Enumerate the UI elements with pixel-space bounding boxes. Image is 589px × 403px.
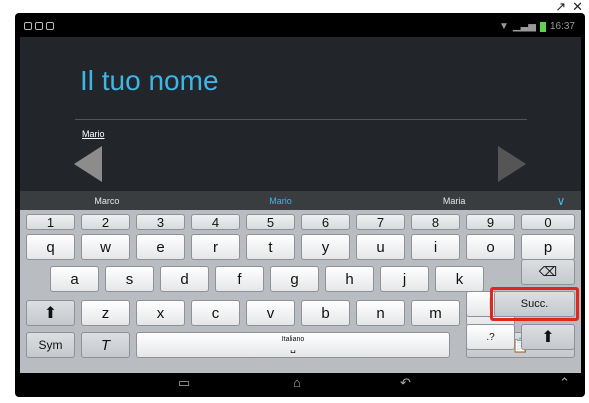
page-title: Il tuo nome: [80, 65, 219, 96]
notification-icon: [35, 22, 43, 30]
key-r[interactable]: r: [191, 234, 240, 260]
language-label: Italiano: [281, 336, 305, 343]
name-input-line[interactable]: [75, 119, 527, 120]
next-button[interactable]: Succ.: [494, 291, 575, 317]
next-arrow-icon[interactable]: [498, 146, 526, 182]
key-3[interactable]: 3: [136, 214, 185, 230]
key-w[interactable]: w: [81, 234, 130, 260]
key-o[interactable]: o: [466, 234, 515, 260]
notification-icons: [24, 22, 54, 30]
key-9[interactable]: 9: [466, 214, 515, 230]
key-p[interactable]: p: [521, 234, 575, 260]
edit-icon[interactable]: ↗: [555, 0, 566, 14]
name-preview: Mario: [82, 129, 105, 139]
key-7[interactable]: 7: [356, 214, 405, 230]
key-0[interactable]: 0: [521, 214, 575, 230]
key-k[interactable]: k: [435, 266, 484, 292]
key-4[interactable]: 4: [191, 214, 240, 230]
shift-icon[interactable]: ⬆: [26, 300, 75, 326]
key-2[interactable]: 2: [81, 214, 130, 230]
sym-key[interactable]: Sym: [26, 332, 75, 358]
suggestion-item[interactable]: Marco: [20, 196, 194, 206]
key-j[interactable]: j: [380, 266, 429, 292]
suggestion-bar: Marco Mario Maria ∨: [20, 191, 581, 210]
key-y[interactable]: y: [301, 234, 350, 260]
status-right: ▼ ▁▃▅ 16:37: [499, 21, 575, 32]
key-6[interactable]: 6: [301, 214, 350, 230]
key-c[interactable]: c: [191, 300, 240, 326]
suggestion-item[interactable]: Maria: [367, 196, 541, 206]
wifi-icon: ▼: [498, 21, 509, 32]
key-n[interactable]: n: [356, 300, 405, 326]
suggestion-item-selected[interactable]: Mario: [194, 196, 368, 206]
status-bar: ▼ ▁▃▅ 16:37: [20, 17, 581, 37]
space-icon: ␣: [290, 343, 296, 353]
expand-suggestions-icon[interactable]: ∨: [541, 194, 581, 208]
window-corner-icons: ↗ ✕: [555, 0, 583, 14]
back-arrow-icon[interactable]: [74, 146, 102, 182]
key-v[interactable]: v: [246, 300, 295, 326]
shift-right-icon[interactable]: ⬆: [521, 324, 575, 350]
key-e[interactable]: e: [136, 234, 185, 260]
notification-icon: [46, 22, 54, 30]
key-h[interactable]: h: [325, 266, 374, 292]
notification-icon: [24, 22, 32, 30]
key-8[interactable]: 8: [411, 214, 460, 230]
key-i[interactable]: i: [411, 234, 460, 260]
space-key[interactable]: Italiano ␣: [136, 332, 450, 358]
key-x[interactable]: x: [136, 300, 185, 326]
key-1[interactable]: 1: [26, 214, 75, 230]
key-q[interactable]: q: [26, 234, 75, 260]
key-period[interactable]: .?: [466, 324, 515, 350]
battery-icon: [539, 21, 546, 32]
handwriting-key[interactable]: T: [81, 332, 130, 358]
key-d[interactable]: d: [160, 266, 209, 292]
status-time: 16:37: [549, 21, 575, 32]
key-m[interactable]: m: [411, 300, 460, 326]
signal-icon: ▁▃▅: [512, 21, 536, 32]
key-5[interactable]: 5: [246, 214, 295, 230]
navigation-bar: ▭ ⌂ ↶ ⌃: [20, 373, 581, 393]
backspace-icon[interactable]: ⌫: [521, 259, 575, 285]
back-icon[interactable]: ↶: [400, 375, 411, 391]
key-f[interactable]: f: [215, 266, 264, 292]
recent-apps-icon[interactable]: ▭: [178, 375, 190, 391]
key-t[interactable]: t: [246, 234, 295, 260]
chevron-up-icon[interactable]: ⌃: [559, 375, 570, 391]
key-g[interactable]: g: [270, 266, 319, 292]
key-z[interactable]: z: [81, 300, 130, 326]
key-u[interactable]: u: [356, 234, 405, 260]
key-s[interactable]: s: [105, 266, 154, 292]
home-icon[interactable]: ⌂: [293, 375, 301, 390]
name-entry-panel: Il tuo nome Mario: [20, 37, 581, 191]
key-b[interactable]: b: [301, 300, 350, 326]
key-a[interactable]: a: [50, 266, 99, 292]
close-icon[interactable]: ✕: [572, 0, 583, 14]
